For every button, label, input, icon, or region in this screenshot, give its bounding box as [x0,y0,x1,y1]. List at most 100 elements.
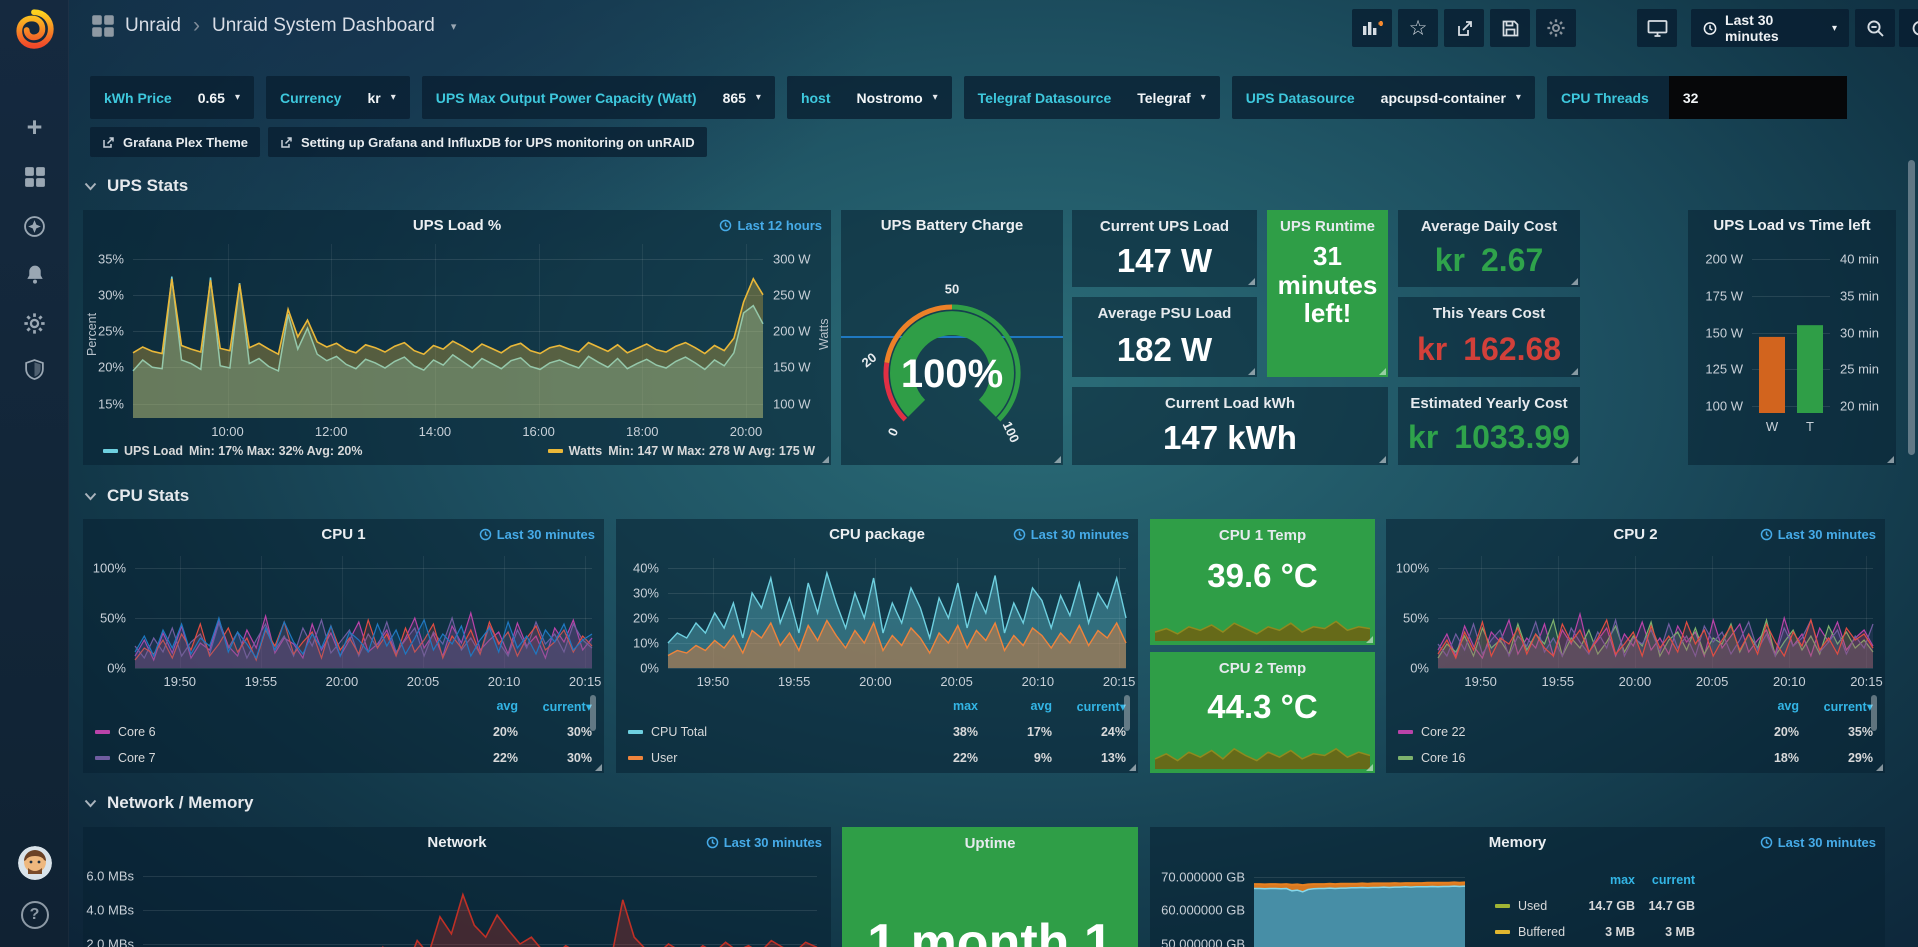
breadcrumb-folder[interactable]: Unraid [125,15,181,37]
variable-input[interactable]: 32 [1669,76,1847,119]
time-range-picker[interactable]: Last 30 minutes ▾ [1691,9,1849,47]
plot-area[interactable]: 40%30%20%10%0%19:5019:5520:0020:0520:102… [668,558,1126,668]
dashboards-grid-icon [24,166,46,188]
stat-value: 39.6 °C [1150,557,1375,595]
legend-item[interactable]: UPS LoadMin: 17% Max: 32% Avg: 20% [103,444,362,458]
legend-scrollbar[interactable] [1871,695,1877,731]
legend-scrollbar[interactable] [1124,695,1130,731]
zoom-out-button[interactable] [1855,9,1895,47]
chevron-down-icon[interactable]: ▾ [451,20,457,33]
stat-title[interactable]: Current UPS Load [1072,218,1257,235]
panel-time-badge[interactable]: Last 30 minutes [706,835,822,850]
legend-column-header[interactable]: max [1575,873,1635,887]
legend-column-header[interactable]: current▾ [1052,699,1126,714]
dashboard-settings-button[interactable] [1536,9,1576,47]
plot-area[interactable]: 100%50%0%19:5019:5520:0020:0520:1020:15 [1438,556,1873,668]
variable-label: Currency [280,90,341,106]
panel-time-badge[interactable]: Last 12 hours [719,218,822,233]
section-header-ups-stats[interactable]: UPS Stats [84,176,188,196]
panel-ups-runtime: UPS Runtime 31 minutes left! [1267,210,1388,377]
sidebar-item-dashboards[interactable] [0,159,69,195]
legend-item[interactable]: User [628,751,904,765]
legend-column-header[interactable]: avg [1725,699,1799,713]
panel-time-badge[interactable]: Last 30 minutes [1760,527,1876,542]
variable-ups-max-output-power-capacity-watt-[interactable]: UPS Max Output Power Capacity (Watt)865▾ [422,76,775,119]
legend-scrollbar[interactable] [590,695,596,731]
plot-area[interactable]: 100%50%0%19:5019:5520:0020:0520:1020:15 [135,556,592,668]
panel-time-badge[interactable]: Last 30 minutes [479,527,595,542]
stat-title[interactable]: Estimated Yearly Cost [1398,395,1580,412]
legend-column-header[interactable]: avg [978,699,1052,713]
legend-column-header[interactable]: current▾ [1799,699,1873,714]
y-axis-label-left: Percent [85,254,99,414]
legend-column-header[interactable]: current▾ [518,699,592,714]
variable-telegraf-datasource[interactable]: Telegraf DatasourceTelegraf▾ [964,76,1220,119]
stat-title[interactable]: Average PSU Load [1072,305,1257,322]
page-scrollbar[interactable] [1908,160,1915,455]
stat-title[interactable]: This Years Cost [1398,305,1580,322]
variable-currency[interactable]: Currencykr▾ [266,76,410,119]
cycle-view-mode-button[interactable] [1637,9,1677,47]
legend-swatch [1495,904,1510,908]
add-panel-button[interactable] [1352,9,1392,47]
variable-host[interactable]: hostNostromo▾ [787,76,952,119]
legend-item[interactable]: Core 16 [1398,751,1725,765]
add-panel-icon [1361,18,1383,38]
sidebar-item-alerting[interactable] [0,257,69,293]
panel-cpu-1-temp: CPU 1 Temp 39.6 °C [1150,519,1375,645]
section-header-network-memory[interactable]: Network / Memory [84,793,253,813]
panel-time-badge[interactable]: Last 30 minutes [1013,527,1129,542]
legend-item[interactable]: Buffered [1495,925,1575,939]
legend-column-header[interactable]: avg [444,699,518,713]
legend-item[interactable]: Core 6 [95,725,444,739]
dashboard-link[interactable]: Setting up Grafana and InfluxDB for UPS … [268,127,707,157]
sidebar-item-create[interactable]: + [0,109,69,145]
breadcrumb-dashboard-title[interactable]: Unraid System Dashboard [212,15,435,37]
stat-title[interactable]: CPU 2 Temp [1150,660,1375,677]
sidebar-item-profile[interactable] [0,843,69,883]
panel-time-badge[interactable]: Last 30 minutes [1760,835,1876,850]
legend-value: 35% [1799,725,1873,739]
sidebar-item-configuration[interactable] [0,305,69,341]
stat-title[interactable]: Uptime [842,835,1138,852]
grafana-logo[interactable] [13,8,55,50]
sidebar-item-explore[interactable] [0,208,69,244]
plot-area[interactable]: 70.000000 GB60.000000 GB50.000000 GB [1254,870,1465,947]
x-axis-tick: 19:50 [164,674,197,689]
x-axis-tick: 20:15 [1103,674,1136,689]
stat-title[interactable]: Average Daily Cost [1398,218,1580,235]
legend-item[interactable]: WattsMin: 147 W Max: 278 W Avg: 175 W [548,444,815,458]
refresh-button[interactable] [1899,9,1918,47]
plot-area[interactable]: 35%30%25%20%15%300 W250 W200 W150 W100 W… [133,244,763,418]
legend-item[interactable]: CPU Total [628,725,904,739]
chart-canvas [1155,737,1370,769]
legend-item[interactable]: Used [1495,899,1575,913]
sidebar-item-server-admin[interactable] [0,352,69,388]
legend-column-header[interactable]: max [904,699,978,713]
save-dashboard-button[interactable] [1490,9,1530,47]
sidebar-item-help[interactable]: ? [0,895,69,935]
variable-cpu-threads[interactable]: CPU Threads32 [1547,76,1847,119]
variable-kwh-price[interactable]: kWh Price0.65▾ [90,76,254,119]
stat-title[interactable]: UPS Runtime [1267,218,1388,235]
legend-item[interactable]: Core 7 [95,751,444,765]
gauge-tick-label: 50 [945,282,959,297]
legend-column-header[interactable]: current [1635,873,1695,887]
variable-value: 0.65 [198,90,225,106]
chart-canvas [668,558,1126,668]
share-dashboard-button[interactable] [1444,9,1484,47]
variable-ups-datasource[interactable]: UPS Datasourceapcupsd-container▾ [1232,76,1535,119]
panel-title[interactable]: UPS Load vs Time left [1688,217,1896,234]
star-dashboard-button[interactable]: ☆ [1398,9,1438,47]
stat-title[interactable]: CPU 1 Temp [1150,527,1375,544]
plot-area[interactable]: 6.0 MBs4.0 MBs2.0 MBs [143,859,817,947]
stat-title[interactable]: Current Load kWh [1072,395,1388,412]
panel-cpu-2-temp: CPU 2 Temp 44.3 °C [1150,652,1375,773]
dashboard-link[interactable]: Grafana Plex Theme [90,127,260,157]
y-axis-tick: 125 W [1705,362,1743,377]
plot-area[interactable]: 200 W175 W150 W125 W100 W40 min35 min30 … [1752,252,1830,413]
legend-item[interactable]: Core 22 [1398,725,1725,739]
chart-canvas [135,556,592,668]
dashboard-links-row: Grafana Plex Theme Setting up Grafana and… [90,127,707,157]
section-header-cpu-stats[interactable]: CPU Stats [84,486,189,506]
